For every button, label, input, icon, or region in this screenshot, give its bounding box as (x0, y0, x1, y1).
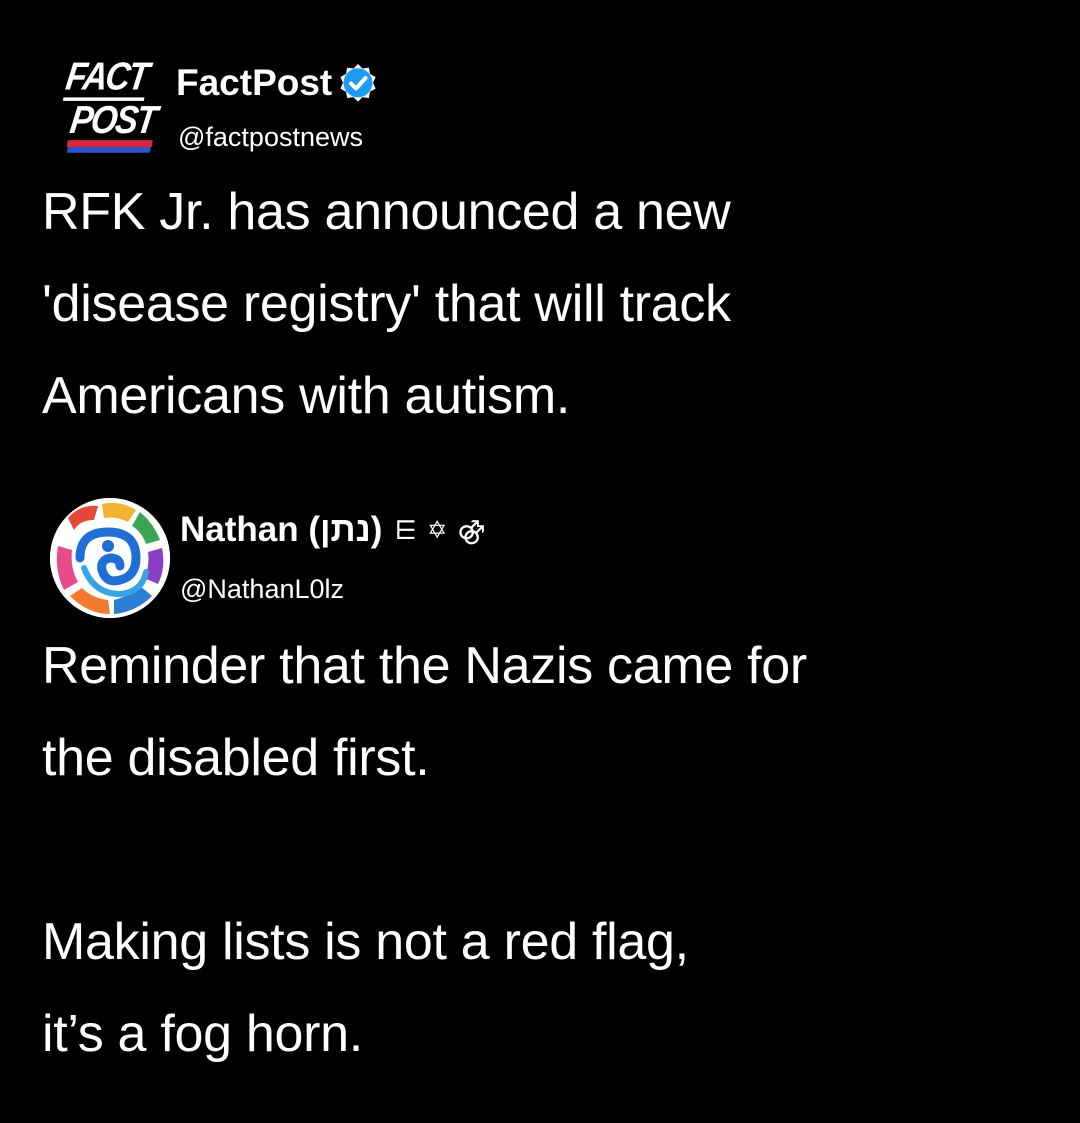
post-header: Nathan (נתן) ⋿ ✡ ⚣ @NathanL0lz (0, 498, 1080, 618)
verified-checkmark-icon (338, 63, 378, 103)
logo-word-post: POST (66, 99, 158, 147)
author-name-row: Nathan (נתן) ⋿ ✡ ⚣ (180, 510, 486, 550)
post-nathan: Nathan (נתן) ⋿ ✡ ⚣ @NathanL0lz Reminder … (0, 498, 1080, 1063)
author-display-name[interactable]: Nathan (נתן) (180, 510, 382, 550)
colorful-profile-avatar-icon[interactable] (50, 498, 170, 618)
author-handle[interactable]: @NathanL0lz (180, 574, 344, 605)
gender-symbol-icon: ⚣ (457, 514, 486, 545)
author-display-name[interactable]: FactPost (176, 62, 332, 104)
post-factpost: FACT POST FactPost @factpostnews RFK Jr.… (0, 55, 1080, 425)
logo-word-fact: FACT (62, 55, 150, 101)
post-text: Reminder that the Nazis came for the dis… (42, 637, 807, 1063)
bitcoin-symbol-icon: ⋿ (394, 514, 418, 545)
post-header: FACT POST FactPost @factpostnews (0, 55, 1080, 168)
star-of-david-icon: ✡ (427, 516, 448, 544)
author-name-row: FactPost (176, 62, 378, 104)
author-handle[interactable]: @factpostnews (178, 122, 363, 153)
post-text: RFK Jr. has announced a new 'disease reg… (42, 183, 731, 425)
factpost-logo[interactable]: FACT POST (62, 55, 158, 156)
